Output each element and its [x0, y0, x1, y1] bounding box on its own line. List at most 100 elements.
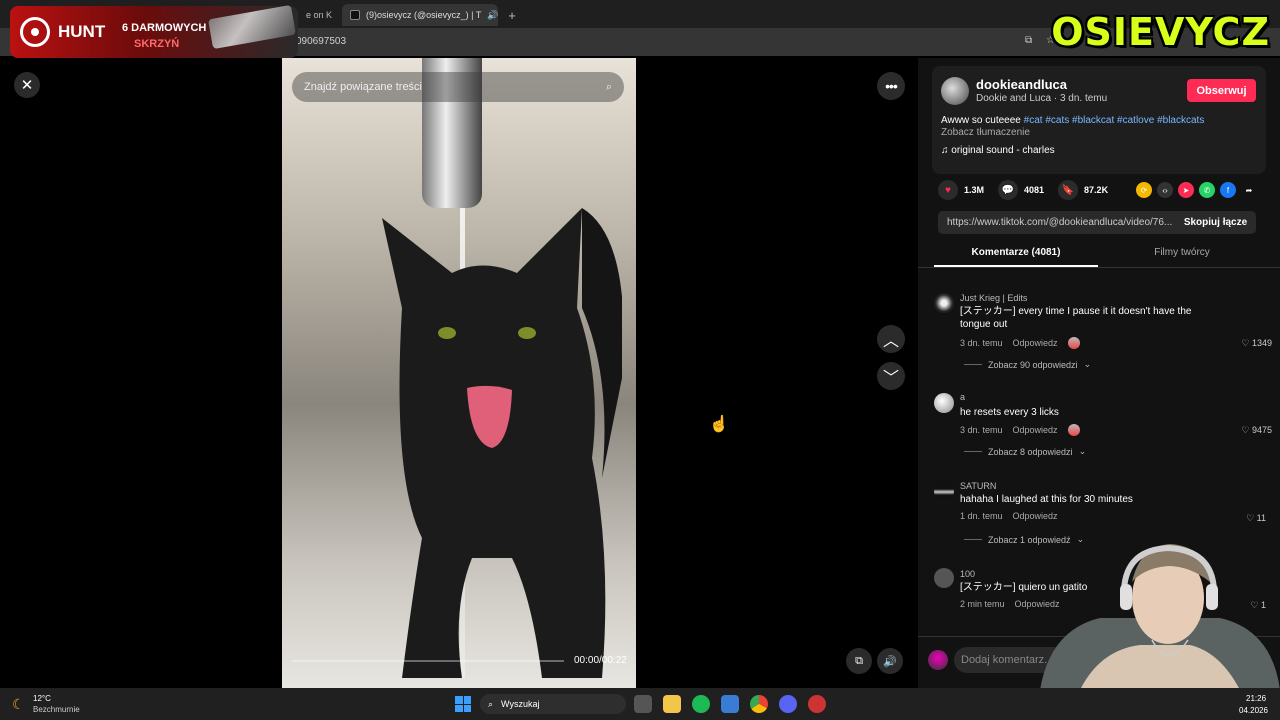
new-tab-button[interactable]: +	[502, 4, 522, 26]
video-progress-bar[interactable]	[292, 660, 564, 662]
next-video-button[interactable]: ﹀	[877, 362, 905, 390]
comment-avatar[interactable]	[934, 481, 954, 501]
webcam-feed	[1040, 544, 1280, 690]
search-icon[interactable]: ⌕	[606, 81, 612, 94]
spotify-icon[interactable]	[692, 695, 710, 713]
tiktok-favicon-icon	[350, 10, 360, 20]
hashtag-link[interactable]: #catlove	[1117, 115, 1154, 126]
store-icon[interactable]	[721, 695, 739, 713]
weather-temperature[interactable]: 12°C	[33, 694, 51, 703]
volume-button[interactable]: 🔊	[877, 648, 903, 674]
copy-link-button[interactable]: Skopiuj łącze	[1175, 211, 1256, 234]
heart-outline-icon: ♡	[1246, 513, 1257, 523]
sponsor-brand: HUNT	[58, 22, 106, 41]
streamer-logo: OSIEVYCZ	[1051, 10, 1270, 54]
video-player[interactable]	[282, 58, 636, 688]
repost-icon[interactable]: ⟳	[1136, 182, 1152, 198]
author-username[interactable]: dookieandluca	[976, 77, 1067, 92]
app-icon[interactable]	[808, 695, 826, 713]
weather-moon-icon[interactable]: ☾	[12, 696, 25, 713]
taskbar-search[interactable]: ⌕ Wyszukaj	[480, 694, 626, 714]
weapon-skin-image	[208, 4, 296, 50]
comment-time: 2 min temu	[960, 599, 1005, 609]
comment-likes[interactable]: ♡ 1349	[1212, 338, 1272, 349]
bookmark-icon[interactable]: 🔖	[1058, 180, 1079, 200]
comment-text: he resets every 3 licks	[960, 407, 1059, 418]
speaker-icon: 🔊	[883, 655, 897, 668]
sponsor-banner: HUNT 6 DARMOWYCH SKRZYŃ	[10, 4, 298, 58]
comment-avatar[interactable]	[934, 293, 954, 313]
comment-username[interactable]: 100	[960, 569, 975, 579]
view-replies-button[interactable]: Zobacz 90 odpowiedzi ⌄	[964, 359, 1091, 370]
creator-liked-avatar	[1067, 337, 1080, 349]
related-search-placeholder: Znajdź powiązane treści	[304, 81, 423, 93]
creator-liked-avatar	[1067, 424, 1080, 436]
comment-text: hahaha I laughed at this for 30 minutes	[960, 494, 1133, 505]
comment-likes[interactable]: ♡ 9475	[1212, 425, 1272, 436]
reply-link[interactable]: Odpowiedz	[1013, 338, 1058, 348]
weather-condition[interactable]: Bezchmurnie	[33, 705, 80, 714]
see-translation-link[interactable]: Zobacz tłumaczenie	[941, 127, 1030, 138]
more-options-button[interactable]: •••	[877, 72, 905, 100]
url-text[interactable]: 090697503	[296, 36, 346, 47]
clock-date[interactable]: 04.2026	[1239, 706, 1268, 715]
close-video-button[interactable]: ✕	[14, 72, 40, 98]
send-to-friends-icon[interactable]: ➤	[1178, 182, 1194, 198]
follow-button[interactable]: Obserwuj	[1187, 79, 1256, 102]
chevron-up-icon: ︿	[882, 333, 899, 350]
comment-username[interactable]: a	[960, 392, 965, 402]
sponsor-line1: 6 DARMOWYCH	[122, 22, 207, 34]
black-cat-image	[382, 208, 622, 678]
install-app-icon[interactable]: ⧉	[1025, 35, 1032, 46]
current-user-avatar[interactable]	[928, 650, 948, 670]
comment-username[interactable]: SATURN	[960, 481, 996, 491]
comment-count: 4081	[1024, 185, 1045, 195]
save-count: 87.2K	[1084, 185, 1109, 195]
previous-video-button[interactable]: ︿	[877, 325, 905, 353]
reply-link[interactable]: Odpowiedz	[1013, 511, 1058, 521]
view-replies-button[interactable]: Zobacz 8 odpowiedzi ⌄	[964, 446, 1086, 457]
author-avatar[interactable]	[941, 77, 969, 105]
comment-time: 3 dn. temu	[960, 425, 1003, 435]
tab-comments[interactable]: Komentarze (4081)	[934, 247, 1098, 258]
sound-link[interactable]: ♫ original sound - charles	[941, 145, 1055, 156]
comment-icon[interactable]: 💬	[998, 180, 1019, 200]
search-icon: ⌕	[488, 698, 494, 709]
browser-tab-active[interactable]: (9)osievycz (@osievycz_) | T🔊✕	[342, 4, 498, 26]
share-arrow-icon[interactable]: ➦	[1241, 182, 1257, 198]
facebook-icon[interactable]: f	[1220, 182, 1236, 198]
comment-likes[interactable]: ♡ 11	[1206, 513, 1266, 524]
reply-link[interactable]: Odpowiedz	[1013, 425, 1058, 435]
clock-time[interactable]: 21:26	[1246, 694, 1266, 703]
hashtag-link[interactable]: #blackcats	[1157, 115, 1204, 126]
comment-time: 3 dn. temu	[960, 338, 1003, 348]
discord-icon[interactable]	[779, 695, 797, 713]
tab-creator-videos[interactable]: Filmy twórcy	[1100, 247, 1264, 258]
comment-text: [ステッカー] every time I pause it it doesn't…	[960, 306, 1192, 330]
comment-avatar[interactable]	[934, 568, 954, 588]
audio-icon[interactable]: 🔊	[487, 10, 498, 21]
share-icons: ⟳ ‹› ➤ ✆ f ➦	[1136, 182, 1257, 198]
pip-icon: ⧉	[855, 654, 863, 667]
music-note-icon: ♫	[941, 145, 952, 156]
task-view-icon[interactable]	[634, 695, 652, 713]
embed-code-icon[interactable]: ‹›	[1157, 182, 1173, 198]
hashtag-link[interactable]: #cats	[1045, 115, 1069, 126]
caption-text: Awww so cuteeee	[941, 115, 1024, 126]
hashtag-link[interactable]: #cat	[1024, 115, 1043, 126]
windows-start-button[interactable]	[455, 696, 471, 712]
hashtag-link[interactable]: #blackcat	[1072, 115, 1114, 126]
chevron-down-icon: ﹀	[882, 370, 899, 387]
chrome-icon[interactable]	[750, 695, 768, 713]
comment-username[interactable]: Just Krieg | Edits	[960, 293, 1027, 303]
file-explorer-icon[interactable]	[663, 695, 681, 713]
whatsapp-icon[interactable]: ✆	[1199, 182, 1215, 198]
close-icon: ✕	[20, 77, 34, 94]
post-actions: ♥ 1.3M 💬 4081 🔖 87.2K	[938, 180, 1108, 200]
heart-outline-icon: ♡	[1241, 338, 1252, 348]
picture-in-picture-button[interactable]: ⧉	[846, 648, 872, 674]
crosshair-icon	[20, 17, 50, 47]
heart-icon[interactable]: ♥	[938, 180, 958, 200]
related-search-input[interactable]: Znajdź powiązane treści ⌕	[292, 72, 624, 102]
comment-avatar[interactable]	[934, 393, 954, 413]
